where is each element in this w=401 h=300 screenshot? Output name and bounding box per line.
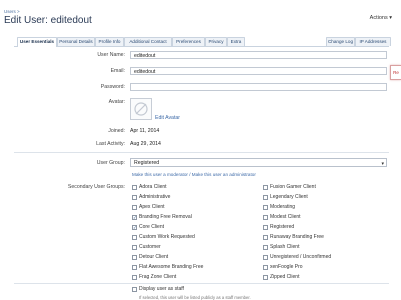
secondary-group-checkbox[interactable] [263,275,268,280]
secondary-group-checkbox[interactable] [263,225,268,230]
secondary-group-label: Flat Awesome Branding Free [139,264,204,270]
user-group-value: Registered [134,160,160,166]
secondary-group-label: Detour Client [139,254,169,260]
secondary-group-label: Core Client [139,224,165,230]
make-admin-link[interactable]: Make this user an administrator [192,172,256,177]
error-tooltip: Re [390,65,401,80]
tab-change-log[interactable]: Change Log [326,37,355,46]
secondary-group-label: Branding Free Removal [139,214,192,220]
make-moderator-link[interactable]: Make this user a moderator [132,172,188,177]
secondary-group-checkbox[interactable] [132,185,137,190]
secondary-groups-label: Secondary User Groups: [67,184,125,190]
avatar-placeholder-icon [134,102,148,116]
user-group-label: User Group: [96,160,125,166]
email-field[interactable]: editedout [130,67,387,75]
divider [14,283,389,284]
edit-avatar-link[interactable]: Edit Avatar [155,115,180,121]
secondary-group-checkbox[interactable]: ✓ [132,225,137,230]
joined-value: Apr 11, 2014 [130,128,160,134]
secondary-group-label: Customer [139,244,161,250]
secondary-group-label: Moderating [270,204,296,210]
secondary-group-checkbox[interactable] [263,255,268,260]
tab-bar: User Essentials Personal Details Profile… [14,37,391,47]
tab-personal-details[interactable]: Personal Details [57,37,95,46]
secondary-group-label: Runaway Branding Free [270,234,324,240]
secondary-group-checkbox[interactable] [132,275,137,280]
secondary-group-checkbox[interactable] [263,245,268,250]
last-activity-value: Aug 29, 2014 [130,141,161,147]
tab-ip-addresses[interactable]: IP Addresses [355,37,391,46]
chevron-down-icon: ▾ [381,161,384,167]
display-staff-checkbox[interactable] [132,287,137,292]
actions-label: Actions [369,15,388,21]
password-label: Password: [100,84,125,90]
secondary-group-checkbox[interactable] [132,265,137,270]
secondary-group-checkbox[interactable] [132,255,137,260]
secondary-group-label: Zipped Client [270,274,300,280]
secondary-group-label: Registered [270,224,295,230]
secondary-group-label: xenFoogle Pro [270,264,303,270]
tab-profile-info[interactable]: Profile Info [95,37,124,46]
username-label: User Name: [97,52,125,58]
tab-preferences[interactable]: Preferences [172,37,205,46]
secondary-group-checkbox[interactable] [263,185,268,190]
secondary-group-checkbox[interactable] [132,205,137,210]
secondary-group-label: Custom Work Requested [139,234,195,240]
page-title: Edit User: editedout [4,15,92,26]
avatar[interactable] [130,98,152,120]
secondary-group-label: Fusion Gamer Client [270,184,316,190]
joined-label: Joined: [108,128,125,134]
secondary-group-checkbox[interactable] [132,245,137,250]
secondary-group-checkbox[interactable] [263,205,268,210]
secondary-group-label: Apex Client [139,204,165,210]
breadcrumb[interactable]: Users > [4,9,20,14]
secondary-group-label: Legendary Client [270,194,308,200]
tab-privacy[interactable]: Privacy [205,37,227,46]
secondary-group-checkbox[interactable] [263,265,268,270]
secondary-group-checkbox[interactable]: ✓ [132,215,137,220]
secondary-group-label: Splash Client [270,244,300,250]
secondary-group-label: Modest Client [270,214,301,220]
secondary-group-label: Frag Zone Client [139,274,177,280]
secondary-groups-right: Fusion Gamer Client Legendary Client Moder… [263,184,388,284]
last-activity-label: Last Activity: [96,141,125,147]
secondary-group-checkbox[interactable] [263,195,268,200]
secondary-group-label: Adora Client [139,184,167,190]
secondary-group-checkbox[interactable] [132,235,137,240]
chevron-down-icon: ▾ [389,15,392,21]
secondary-group-label: Administrative [139,194,171,200]
actions-menu[interactable]: Actions ▾ [370,15,392,21]
password-field[interactable] [130,83,387,91]
secondary-group-checkbox[interactable] [263,235,268,240]
secondary-groups-left: Adora Client Administrative Apex Client ✓ Br… [132,184,257,284]
secondary-group-checkbox[interactable] [132,195,137,200]
display-staff-hint: If selected, this user will be listed pu… [139,295,251,300]
display-staff-label: Display user as staff [139,286,184,292]
username-field[interactable]: editedout [130,51,387,59]
role-links: Make this user a moderator / Make this u… [132,172,256,177]
user-group-select[interactable]: Registered ▾ [130,158,387,167]
tab-extra[interactable]: Extra [227,37,245,46]
tab-user-essentials[interactable]: User Essentials [17,37,57,47]
avatar-label: Avatar: [108,99,125,105]
tab-additional-contact[interactable]: Additional Contact [124,37,172,46]
secondary-group-checkbox[interactable] [263,215,268,220]
divider [14,152,389,153]
email-label: Email: [110,68,125,74]
secondary-group-label: Unregistered / Unconfirmed [270,254,332,260]
